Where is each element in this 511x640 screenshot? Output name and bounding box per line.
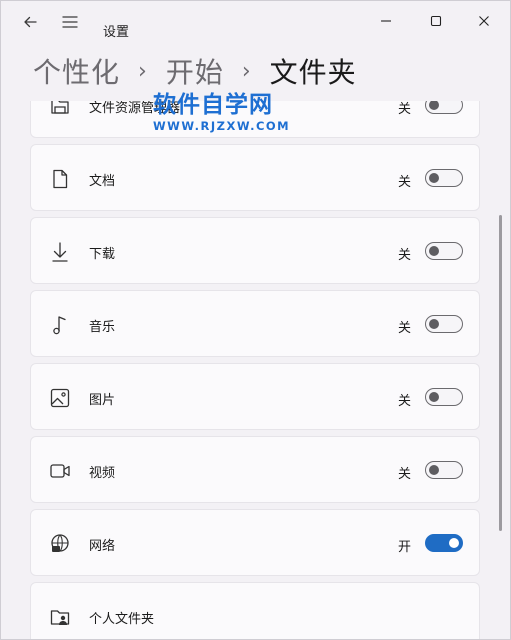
toggle-state-text: 关 [397, 175, 411, 190]
watermark-url: WWW.RJZXW.COM [153, 119, 291, 133]
toggle-state-text: 关 [397, 248, 411, 263]
minimize-button[interactable] [363, 7, 409, 35]
toggle-knob [449, 538, 459, 548]
music-icon [53, 316, 66, 335]
music-toggle[interactable] [425, 315, 463, 333]
folder-row-documents: 文档 关 [30, 144, 480, 211]
download-icon [52, 242, 68, 262]
scrollbar[interactable] [499, 215, 502, 531]
breadcrumb: 个性化 › 开始 › 文件夹 [33, 50, 357, 92]
picture-icon [50, 388, 70, 408]
settings-window: 设置 个性化 › 开始 › 文件夹 软件自学网 WWW.RJZXW.COM 文件… [0, 0, 511, 640]
maximize-button[interactable] [413, 7, 459, 35]
back-button[interactable] [13, 7, 47, 37]
toggle-state-text: 关 [397, 394, 411, 409]
toggle-knob [429, 465, 439, 475]
folder-label: 网络 [89, 539, 116, 554]
toggle-knob [429, 173, 439, 183]
personal-folder-icon [50, 610, 70, 625]
toggle-knob [429, 319, 439, 329]
folder-row-downloads: 下载 关 [30, 217, 480, 284]
watermark-title: 软件自学网 [153, 92, 273, 118]
folder-row-pictures: 图片 关 [30, 363, 480, 430]
hamburger-icon [62, 16, 78, 28]
file-explorer-icon [51, 101, 69, 114]
folder-label: 文档 [89, 174, 116, 189]
folder-row-music: 音乐 关 [30, 290, 480, 357]
toggle-state-text: 关 [397, 321, 411, 336]
toggle-state-text: 开 [397, 540, 411, 555]
folder-label: 个人文件夹 [89, 612, 155, 627]
arrow-left-icon [24, 16, 37, 28]
breadcrumb-item-start[interactable]: 开始 [166, 51, 224, 91]
folder-label: 音乐 [89, 320, 116, 335]
video-icon [50, 464, 70, 478]
toggle-state-text: 关 [397, 102, 411, 117]
breadcrumb-item-personalization[interactable]: 个性化 [33, 51, 120, 91]
folder-row-network: 网络 开 [30, 509, 480, 576]
chevron-right-icon: › [241, 58, 252, 84]
network-icon [51, 534, 69, 552]
documents-toggle[interactable] [425, 169, 463, 187]
file-explorer-toggle[interactable] [425, 101, 463, 114]
pictures-toggle[interactable] [425, 388, 463, 406]
toggle-knob [429, 246, 439, 256]
folder-label: 下载 [89, 247, 116, 262]
videos-toggle[interactable] [425, 461, 463, 479]
close-button[interactable] [461, 7, 507, 35]
watermark: 软件自学网 WWW.RJZXW.COM [153, 93, 290, 133]
app-title: 设置 [103, 25, 130, 40]
maximize-icon [430, 15, 442, 27]
downloads-toggle[interactable] [425, 242, 463, 260]
document-icon [53, 169, 68, 189]
toggle-state-text: 关 [397, 467, 411, 482]
folder-row-videos: 视频 关 [30, 436, 480, 503]
folder-row-personal-folder: 个人文件夹 [30, 582, 480, 639]
chevron-right-icon: › [138, 58, 148, 84]
title-bar: 设置 [1, 1, 510, 51]
toggle-knob [429, 101, 439, 110]
page-title: 文件夹 [269, 56, 357, 89]
network-toggle[interactable] [425, 534, 463, 552]
toggle-knob [429, 392, 439, 402]
minimize-icon [381, 20, 391, 22]
nav-menu-button[interactable] [53, 7, 87, 37]
close-icon [479, 16, 489, 26]
folders-list: 文件资源管理器 关 文档 关 下载 关 音乐 关 图片 关 视频 关 网络 开 … [1, 101, 510, 639]
folder-label: 视频 [89, 466, 116, 481]
folder-label: 图片 [89, 393, 116, 408]
